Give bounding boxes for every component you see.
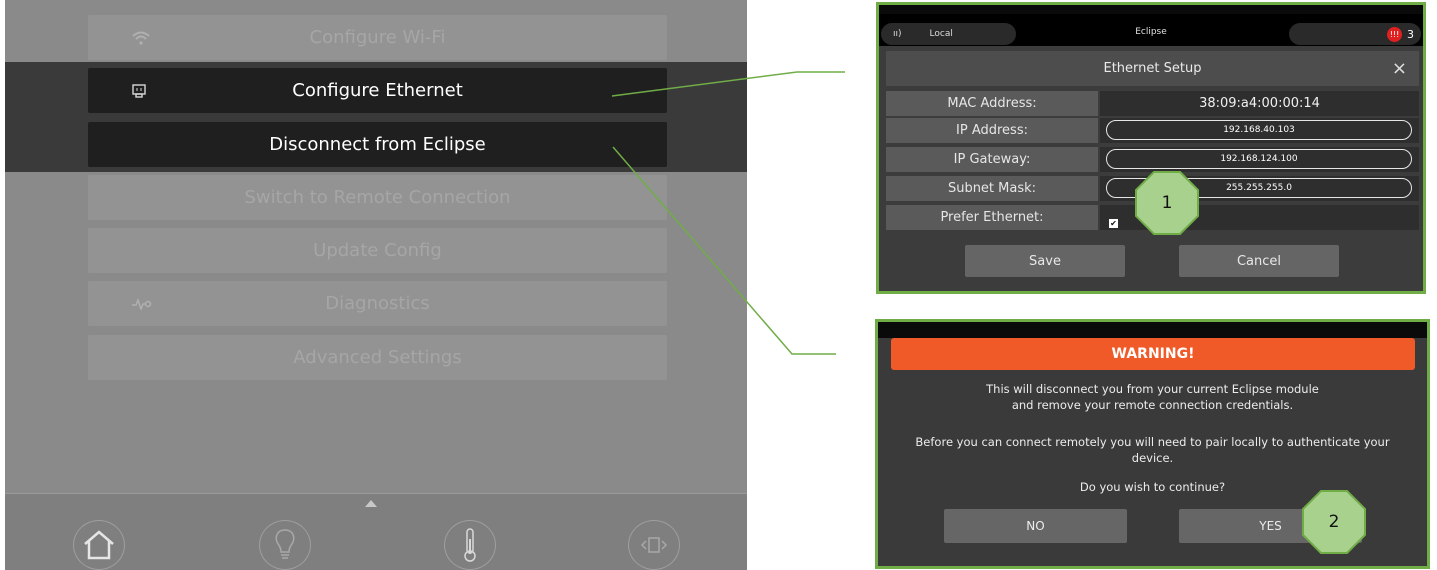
callout-badge-1: 1 [1135, 171, 1199, 235]
close-icon[interactable]: × [1392, 51, 1407, 86]
network-menu-panel: Configure Wi-Fi Configure Ethernet Disco… [5, 0, 747, 570]
lightbulb-icon[interactable] [259, 520, 311, 570]
home-icon[interactable] [73, 520, 125, 570]
subnet-mask-label: Subnet Mask: [886, 176, 1098, 201]
alarm-icon: !!! [1387, 26, 1402, 42]
menu-item-label: Update Config [313, 240, 442, 261]
shade-icon[interactable] [628, 520, 680, 570]
warning-message-line: and remove your remote connection creden… [1011, 398, 1294, 412]
alarm-pill[interactable]: !!! 3 [1289, 23, 1421, 45]
menu-item-update-config[interactable]: Update Config [88, 228, 667, 273]
warning-header: WARNING! [891, 338, 1415, 370]
ethernet-icon [132, 68, 146, 113]
ethernet-setup-title: Ethernet Setup [1103, 61, 1202, 76]
warning-message-line: This will disconnect you from your curre… [986, 382, 1319, 396]
ip-gateway-label: IP Gateway: [886, 147, 1098, 172]
menu-item-label: Configure Ethernet [292, 80, 463, 101]
ethernet-setup-screenshot: ıı) Local Eclipse !!! 3 Ethernet Setup ×… [876, 2, 1426, 294]
menu-item-label: Disconnect from Eclipse [269, 134, 486, 155]
ip-address-label: IP Address: [886, 118, 1098, 143]
ip-address-field[interactable]: 192.168.40.103 [1106, 120, 1412, 140]
no-button[interactable]: NO [944, 509, 1127, 543]
mac-address-value: 38:09:a4:00:00:14 [1100, 91, 1419, 116]
badge-number: 1 [1161, 193, 1173, 213]
cancel-button[interactable]: Cancel [1179, 245, 1339, 277]
prefer-ethernet-label: Prefer Ethernet: [886, 205, 1098, 230]
menu-item-label: Advanced Settings [293, 347, 462, 368]
thermometer-icon[interactable] [444, 520, 496, 570]
screen-top-strip [879, 5, 1423, 14]
warning-message-line: device. [1131, 451, 1174, 465]
stage: Configure Wi-Fi Configure Ethernet Disco… [0, 0, 1437, 570]
menu-item-disconnect-eclipse[interactable]: Disconnect from Eclipse [88, 122, 667, 167]
menu-item-label: Switch to Remote Connection [244, 187, 511, 208]
expand-caret-icon[interactable] [365, 500, 377, 507]
wifi-icon [132, 15, 150, 60]
callout-badge-2: 2 [1302, 490, 1366, 554]
menu-item-configure-ethernet[interactable]: Configure Ethernet [88, 68, 667, 113]
mac-address-label: MAC Address: [886, 91, 1098, 116]
save-button[interactable]: Save [965, 245, 1125, 277]
diagnostics-icon [132, 281, 152, 326]
ethernet-setup-header: Ethernet Setup × [886, 51, 1419, 86]
menu-item-label: Diagnostics [325, 293, 430, 314]
menu-item-switch-remote[interactable]: Switch to Remote Connection [88, 175, 667, 220]
prefer-ethernet-checkbox[interactable]: ✔ [1109, 219, 1118, 228]
ip-gateway-field[interactable]: 192.168.124.100 [1106, 149, 1412, 169]
badge-number: 2 [1328, 512, 1340, 532]
alarm-count: 3 [1407, 27, 1414, 41]
screen-top-strip [878, 322, 1427, 338]
menu-item-label: Configure Wi-Fi [309, 27, 446, 48]
menu-item-diagnostics[interactable]: Diagnostics [88, 281, 667, 326]
menu-item-configure-wifi[interactable]: Configure Wi-Fi [88, 15, 667, 60]
menu-item-advanced-settings[interactable]: Advanced Settings [88, 335, 667, 380]
warning-message-line: Before you can connect remotely you will… [915, 435, 1390, 449]
